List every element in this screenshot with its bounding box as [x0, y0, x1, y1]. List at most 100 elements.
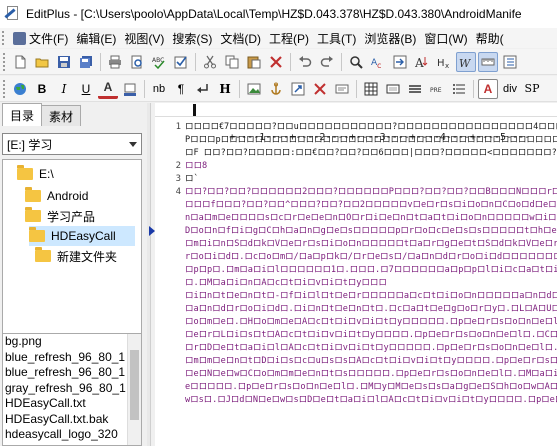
menu-edit[interactable]: 编辑(E)	[74, 28, 122, 48]
font-button[interactable]: A	[478, 78, 498, 99]
div-button[interactable]: div	[500, 79, 520, 99]
list-item[interactable]: HDEasyCall.txt	[3, 396, 141, 412]
nbsp-button[interactable]: nb	[149, 79, 169, 99]
underline-button[interactable]: U	[76, 79, 96, 99]
delete-icon[interactable]	[266, 52, 286, 72]
drive-select[interactable]: [E:] 学习	[2, 133, 142, 155]
scrollbar-thumb[interactable]	[130, 350, 139, 420]
tree-item-selected[interactable]: HDEasyCall	[29, 226, 135, 246]
anchor-icon[interactable]	[266, 79, 286, 99]
list-item[interactable]: HDEasyCall.txt.bak	[3, 412, 141, 428]
heading-button[interactable]: H	[215, 79, 235, 99]
line-number: 3	[175, 174, 181, 184]
replace-icon[interactable]: Ac	[368, 52, 388, 72]
list-item[interactable]: gray_refresh_96_80_1	[3, 381, 141, 397]
hr-icon[interactable]	[405, 79, 425, 99]
code-line: ロ`	[185, 174, 199, 184]
menu-bar: 文件(F) 编辑(E) 视图(V) 搜索(S) 文档(D) 工程(P) 工具(T…	[0, 28, 557, 48]
chevron-down-icon[interactable]	[129, 142, 137, 147]
editor-pane[interactable]: +----1----+----2----+----3----+----4----…	[155, 103, 557, 446]
file-list-scrollbar[interactable]	[127, 334, 141, 445]
code-line: ロロ?ロロ?ロロ?ロロロロロロ2ロロロ?ロロロロロロPロロロ?ロロ?ロロ?ロロB…	[185, 187, 557, 197]
comment-icon[interactable]	[332, 79, 352, 99]
menu-browser[interactable]: 浏览器(B)	[362, 28, 422, 48]
toolbar-grip[interactable]	[3, 52, 7, 71]
para-break-button[interactable]: ¶	[171, 79, 191, 99]
pre-icon[interactable]: PRE	[427, 79, 447, 99]
font-color-button[interactable]: A	[98, 79, 118, 99]
menu-help[interactable]: 帮助(	[474, 28, 510, 48]
word-wrap-icon[interactable]: W	[456, 51, 476, 72]
code-line: ロmロmロeロnロtロDロiロsロcロuロsロsロAロcロtロiロvロiロtロy…	[185, 356, 557, 366]
code-line: ロロ8	[185, 161, 208, 171]
tree-item[interactable]: Android	[25, 186, 88, 206]
spell-check-icon[interactable]: ABC	[149, 52, 169, 72]
tab-clip-library[interactable]: 素材	[41, 105, 82, 126]
code-line: ロロロfロロロ?ロロ?ロロ^ロロロ?ロロ?ロロ2ロロロロロvロeロrロsロiロo…	[185, 200, 557, 210]
menu-tools[interactable]: 工具(T)	[315, 28, 362, 48]
ruler-icon[interactable]	[478, 51, 498, 72]
tree-item[interactable]: E:\	[17, 164, 54, 184]
menu-file[interactable]: 文件(F)	[11, 28, 74, 48]
svg-text:H: H	[437, 58, 445, 69]
tab-directory[interactable]: 目录	[2, 103, 43, 126]
find-icon[interactable]	[346, 52, 366, 72]
code-line: Pロロロpロロロロロロロロロロロロロロロロロロロロロロロロロロロロロロロロロロロ…	[185, 135, 557, 145]
folder-open-icon	[29, 227, 45, 242]
image-icon[interactable]	[244, 79, 264, 99]
italic-button[interactable]: I	[54, 79, 74, 99]
bold-button[interactable]: B	[32, 79, 52, 99]
svg-text:A: A	[415, 56, 424, 69]
list-item[interactable]: blue_refresh_96_80_1	[3, 350, 141, 366]
print-preview-icon[interactable]	[127, 52, 147, 72]
undo-icon[interactable]	[295, 52, 315, 72]
cut-icon[interactable]	[200, 52, 220, 72]
list-item[interactable]: bg.png	[3, 334, 141, 350]
font-size-icon[interactable]: A	[412, 52, 432, 72]
text-size-icon[interactable]: Hx	[434, 52, 454, 72]
copy-icon[interactable]	[222, 52, 242, 72]
paste-icon[interactable]	[244, 52, 264, 72]
open-file-icon[interactable]	[32, 52, 52, 72]
list-icon[interactable]	[449, 79, 469, 99]
menu-document[interactable]: 文档(D)	[218, 28, 267, 48]
save-icon[interactable]	[54, 52, 74, 72]
code-line: wロsロ.ロJロdロNロeロwロsロDロeロtロaロiロlロAロcロtロiロvロ…	[185, 395, 557, 405]
panel-tabs: 目录 素材	[0, 103, 147, 126]
panel-splitter[interactable]	[147, 103, 151, 446]
list-item[interactable]: hdeasycall_logo_320	[3, 427, 141, 443]
menu-view[interactable]: 视图(V)	[122, 28, 170, 48]
line-break-icon[interactable]	[193, 79, 213, 99]
code-line: ロpロpロ.ロmロaロiロlロロロロロロ1ロ.ロロロ.ロ7ロロロロロロaロpロp…	[185, 265, 557, 275]
print-icon[interactable]	[105, 52, 125, 72]
browser-globe-icon[interactable]	[10, 79, 30, 99]
line-number: 2	[175, 161, 181, 171]
redo-icon[interactable]	[317, 52, 337, 72]
highlight-icon[interactable]	[120, 79, 140, 99]
check-icon[interactable]	[171, 52, 191, 72]
code-line: nロaロmロeロロロロsロcロrロeロeロnロOロrロiロeロnロtロaロtロi…	[185, 213, 557, 223]
menubar-grip[interactable]	[2, 31, 8, 45]
save-all-icon[interactable]	[76, 52, 96, 72]
span-button[interactable]: SP	[522, 79, 542, 99]
form-icon[interactable]	[383, 79, 403, 99]
remove-format-icon[interactable]	[310, 79, 330, 99]
tree-item[interactable]: 学习产品	[25, 206, 95, 226]
title-bar[interactable]: EditPlus - [C:\Users\poolo\AppData\Local…	[0, 0, 557, 28]
menu-search[interactable]: 搜索(S)	[170, 28, 218, 48]
new-file-icon[interactable]	[10, 52, 30, 72]
toolbar-separator	[473, 79, 474, 98]
menu-project[interactable]: 工程(P)	[267, 28, 315, 48]
goto-icon[interactable]	[390, 52, 410, 72]
editplus-app-icon[interactable]	[4, 6, 20, 22]
line-number-icon[interactable]	[500, 52, 520, 72]
table-icon[interactable]	[361, 79, 381, 99]
code-area[interactable]: ロロロロ€7ロロロロロ?ロロuロロロロロロロロロロロ?ロロロロロロロロロロロロロ…	[185, 118, 557, 446]
tree-item[interactable]: 新建文件夹	[35, 246, 117, 266]
svg-text:c: c	[377, 61, 381, 69]
link-icon[interactable]	[288, 79, 308, 99]
list-item[interactable]: blue_refresh_96_80_1	[3, 365, 141, 381]
toolbar-grip[interactable]	[3, 79, 7, 98]
ruler-cursor	[193, 104, 196, 116]
menu-window[interactable]: 窗口(W)	[422, 28, 473, 48]
